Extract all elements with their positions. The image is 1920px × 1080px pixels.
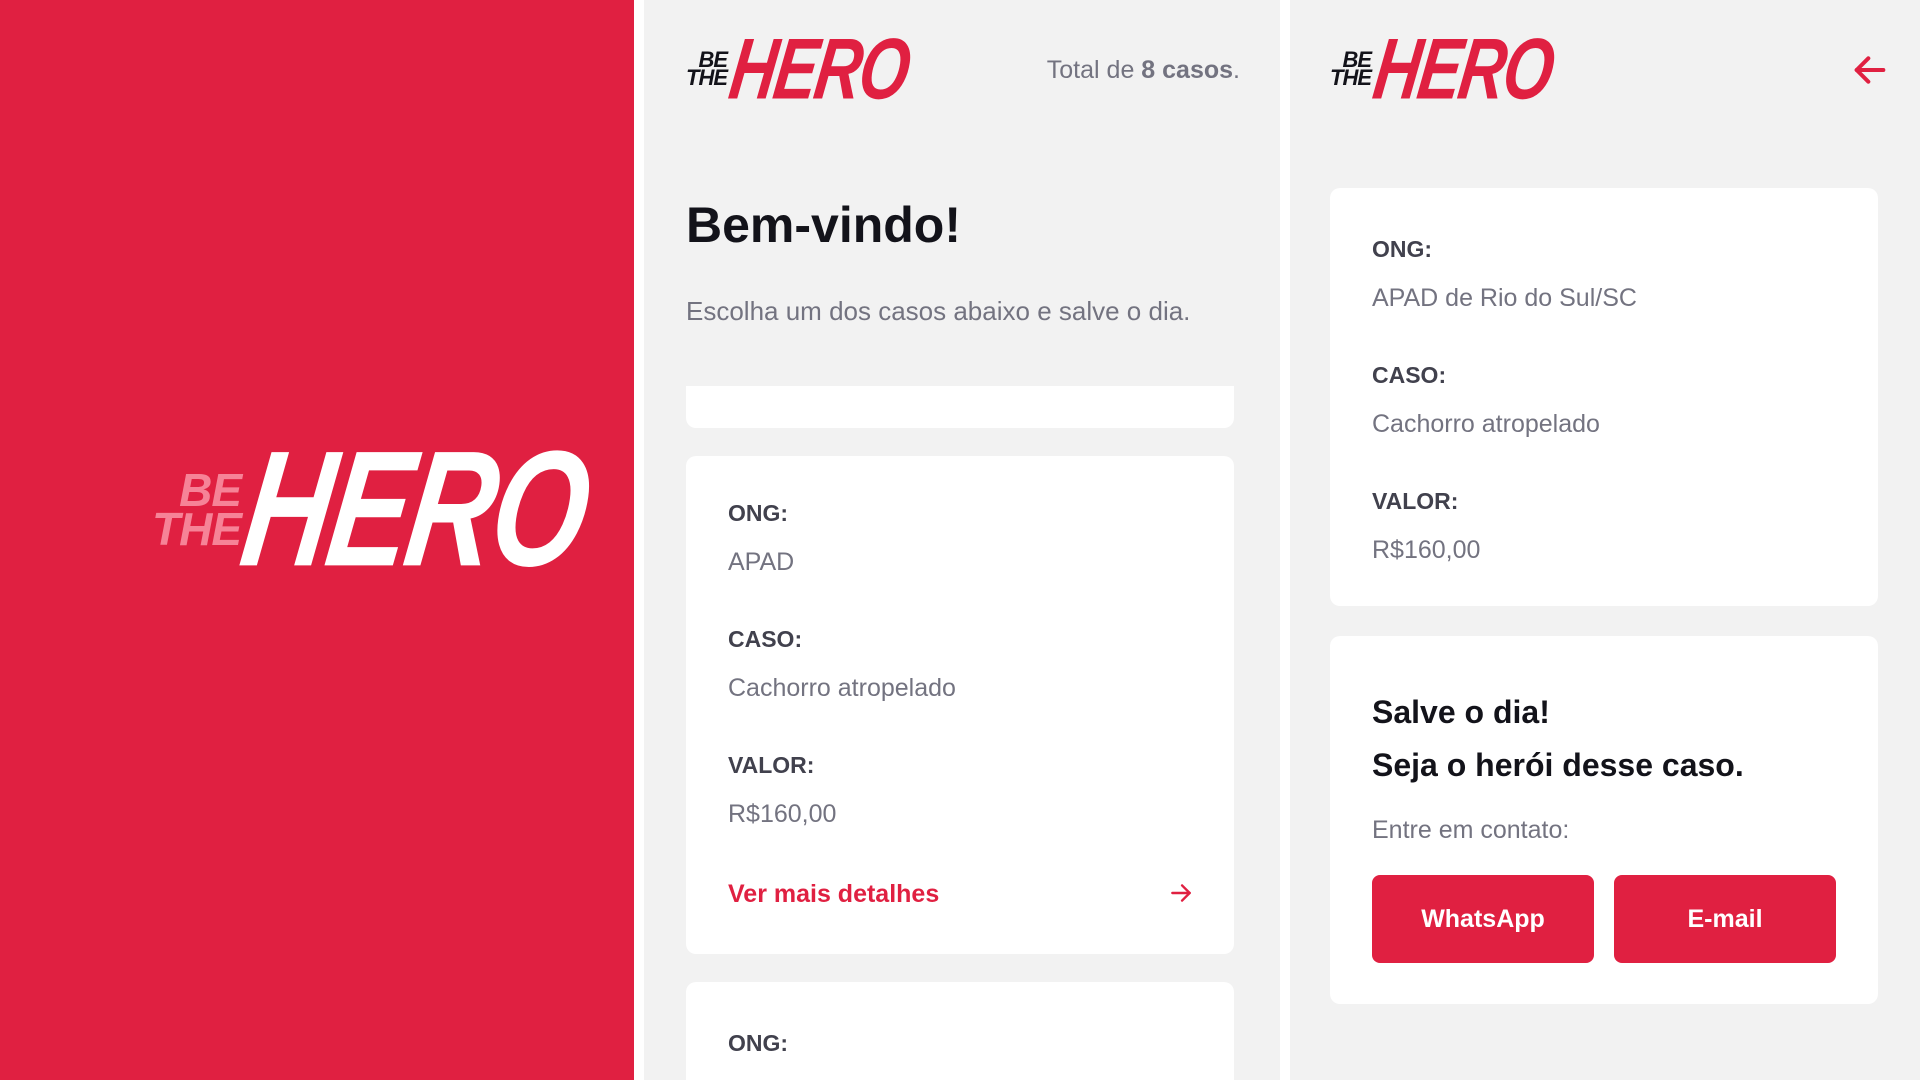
incident-detail-card: ONG: APAD de Rio do Sul/SC CASO: Cachorr… [1330, 188, 1878, 606]
contact-card: Salve o dia! Seja o herói desse caso. En… [1330, 636, 1878, 1004]
incident-card-previous [686, 386, 1234, 428]
contact-title: Salve o dia! Seja o herói desse caso. [1372, 686, 1744, 792]
contact-title-line2: Seja o herói desse caso. [1372, 747, 1744, 783]
details-link[interactable]: Ver mais detalhes [728, 880, 939, 909]
ong-label: ONG: [728, 1030, 789, 1056]
page-description: Escolha um dos casos abaixo e salve o di… [686, 296, 1191, 326]
panel-divider [1280, 0, 1290, 1080]
logo-line-the: THE [1330, 65, 1372, 91]
logo-line-the: THE [152, 502, 242, 555]
logo-line-hero: HERO [724, 20, 915, 118]
value-amount: R$160,00 [1372, 536, 1481, 564]
contact-title-line1: Salve o dia! [1372, 694, 1550, 730]
arrow-right-icon[interactable] [1168, 880, 1194, 906]
splash-screen: BE THE HERO [0, 0, 634, 1080]
header-logo: BE THE HERO [1330, 20, 1559, 117]
panel-divider [634, 0, 644, 1080]
header-logo: BE THE HERO [686, 20, 915, 117]
value-label: VALOR: [1372, 488, 1459, 514]
value-label: VALOR: [728, 752, 815, 778]
logo-line-hero: HERO [232, 416, 599, 601]
case-label: CASO: [728, 626, 803, 652]
incidents-screen: BE THE HERO Total de 8 casos. Bem-vindo!… [644, 0, 1280, 1080]
email-button[interactable]: E-mail [1614, 875, 1836, 963]
whatsapp-button[interactable]: WhatsApp [1372, 875, 1594, 963]
total-cases: Total de 8 casos. [1046, 56, 1240, 84]
contact-label: Entre em contato: [1372, 816, 1570, 844]
splash-logo: BE THE HERO [152, 417, 599, 601]
case-value: Cachorro atropelado [1372, 410, 1600, 438]
incident-card: ONG: APAD CASO: Cachorro atropelado VALO… [686, 456, 1234, 954]
detail-screen: BE THE HERO ONG: APAD de Rio do Sul/SC C… [1290, 0, 1920, 1080]
case-label: CASO: [1372, 362, 1447, 388]
logo-line-hero: HERO [1368, 20, 1559, 118]
ong-label: ONG: [728, 500, 789, 526]
page-title: Bem-vindo! [686, 197, 961, 253]
ong-label: ONG: [1372, 236, 1433, 262]
arrow-left-icon[interactable] [1850, 50, 1890, 90]
case-value: Cachorro atropelado [728, 674, 956, 702]
value-amount: R$160,00 [728, 800, 837, 828]
total-cases-count: 8 casos [1141, 56, 1234, 84]
incident-card: ONG: [686, 982, 1234, 1080]
ong-value: APAD [728, 548, 795, 576]
ong-value: APAD de Rio do Sul/SC [1372, 284, 1637, 312]
logo-line-the: THE [686, 65, 728, 91]
